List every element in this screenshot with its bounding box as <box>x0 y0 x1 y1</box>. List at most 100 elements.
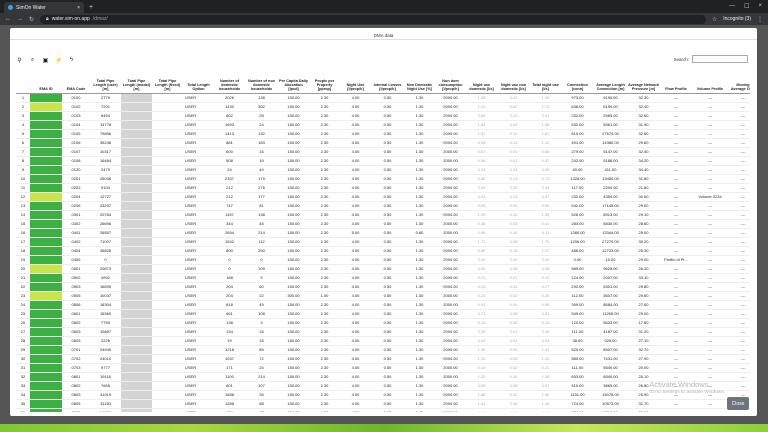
table-row[interactable]: 5 0105 79856 USER 1413 132 150.00 2.30 4.00 0.50 1… <box>16 129 750 139</box>
column-header[interactable]: Non dom consumption [l/prop/h] <box>435 70 466 94</box>
table-row[interactable]: 7 0107 10317 USER 600 15 150.00 2.30 4.00 0.50 1.3… <box>16 147 750 157</box>
minimize-icon[interactable]: — <box>729 3 735 10</box>
table-cell[interactable]: USER <box>183 318 214 328</box>
table-row[interactable]: 33 0802 7665 USER 801 107 150.00 2.30 4.00 0.50 1.… <box>16 381 750 391</box>
map-pin-icon[interactable]: ⚲ <box>16 57 23 64</box>
column-header[interactable]: Non Domestic Night Use [%] <box>404 70 435 94</box>
table-cell[interactable]: USER <box>183 147 214 157</box>
table-row[interactable]: 3 0103 6454 USER 802 28 150.00 2.30 4.00 0.50 1.30… <box>16 111 750 121</box>
table-cell[interactable]: USER <box>183 327 214 337</box>
table-row[interactable]: 24 0506 18304 USER 818 49 150.00 2.30 4.00 0.50 1.… <box>16 300 750 310</box>
table-cell[interactable]: USER <box>183 138 214 148</box>
table-row[interactable]: 21 0502 4992 USER 188 9 150.00 2.30 4.00 0.50 1.30… <box>16 273 750 283</box>
table-row[interactable]: 2 0102 7201 USER 1430 302 150.00 2.30 4.00 0.50 1.… <box>16 102 750 112</box>
table-row[interactable]: 4 0104 14778 USER 1653 24 150.00 2.30 4.00 0.50 1.… <box>16 120 750 130</box>
column-header[interactable]: People per Property [pprop] <box>309 70 340 94</box>
browser-tab[interactable]: SimOn Water × <box>4 2 84 13</box>
column-header[interactable]: Number of non domestic households <box>245 70 278 94</box>
table-row[interactable]: 20 0501 20873 USER 0 109 150.00 2.30 4.00 0.50 1.3… <box>16 264 750 274</box>
table-row[interactable]: 19 0405 0 USER 0 0 150.00 2.30 4.00 0.50 1.30 2000.… <box>16 255 750 265</box>
table-row[interactable]: 23 0505 10037 USER 204 22 300.00 1.00 4.00 0.50 1.… <box>16 291 750 301</box>
table-cell[interactable]: USER <box>183 183 214 193</box>
table-row[interactable]: 36 0806 14290 USER 474 23 150.00 2.30 4.00 0.50 1.… <box>16 408 750 412</box>
kebab-menu-icon[interactable]: ⋮ <box>757 16 763 23</box>
table-cell[interactable]: USER <box>183 300 214 310</box>
table-cell[interactable]: USER <box>183 264 214 274</box>
table-cell[interactable]: USER <box>183 372 214 382</box>
table-row[interactable]: 6 0106 35248 USER 881 183 150.00 2.30 4.00 0.50 1.… <box>16 138 750 148</box>
table-cell[interactable]: USER <box>183 174 214 184</box>
table-cell[interactable]: USER <box>183 102 214 112</box>
column-header[interactable]: Total Pipe Length (user) [m] <box>90 70 121 94</box>
table-cell[interactable]: USER <box>183 165 214 175</box>
table-row[interactable]: 29 0701 24949 USER 1218 85 150.00 2.30 4.00 0.50 1… <box>16 345 750 355</box>
column-header[interactable]: Total Pipe Length (model) [m] <box>121 70 152 94</box>
column-header[interactable]: Moving Average Only <box>728 70 750 94</box>
column-header[interactable]: Per Capita Daily Allocation [lpcd] <box>278 70 309 94</box>
zoom-search-icon[interactable]: ⌕ <box>29 57 36 64</box>
column-header[interactable]: Average Network Pressure [m] <box>627 70 660 94</box>
bookmark-star-icon[interactable]: ☆ <box>712 16 717 23</box>
table-row[interactable]: 35 0805 31150 USER 1288 88 150.00 2.30 4.00 0.50 1… <box>16 399 750 409</box>
table-row[interactable]: 17 0402 71007 USER 1542 112 150.00 2.30 4.00 0.50… <box>16 237 750 247</box>
table-cell[interactable]: USER <box>183 201 214 211</box>
search-input[interactable] <box>692 55 748 63</box>
table-row[interactable]: 8 0108 16464 USER 508 19 150.00 2.30 4.00 0.50 1.3… <box>16 156 750 166</box>
bolt-icon[interactable]: ϟ <box>68 57 75 64</box>
close-button[interactable]: Close <box>727 397 749 410</box>
table-cell[interactable]: USER <box>183 354 214 364</box>
dma-table-wrapper[interactable]: EMA ID EMA Code Total Pipe Length (user) [… <box>16 70 750 412</box>
table-row[interactable]: 31 0703 9777 USER 171 24 150.00 2.30 4.00 0.50 1.3… <box>16 363 750 373</box>
table-cell[interactable]: USER <box>183 219 214 229</box>
table-row[interactable]: 28 0605 2226 USER 19 15 150.00 2.30 4.00 0.50 1.30… <box>16 336 750 346</box>
table-cell[interactable]: USER <box>183 282 214 292</box>
column-header[interactable] <box>16 70 30 94</box>
column-header[interactable]: Total night use [l/s] <box>530 70 561 94</box>
table-cell[interactable]: USER <box>183 336 214 346</box>
table-row[interactable]: 1 0100 2779 USER 2026 138 150.00 2.30 4.00 0.50 1.… <box>16 93 750 103</box>
table-row[interactable]: 11 0202 9104 USER 212 275 150.00 2.30 4.00 0.50 1.… <box>16 183 750 193</box>
table-cell[interactable]: USER <box>183 129 214 139</box>
table-cell[interactable]: USER <box>183 381 214 391</box>
maximize-icon[interactable]: ☐ <box>744 3 749 10</box>
table-row[interactable]: 27 0603 10897 USER 134 16 150.00 2.30 4.00 0.50 1.… <box>16 327 750 337</box>
table-row[interactable]: 16 0401 26557 USER 2654 214 150.00 2.30 5.00 0.50… <box>16 228 750 238</box>
column-header[interactable]: Volume Profile <box>692 70 728 94</box>
column-header[interactable]: Internal Losses [l/prop/h] <box>371 70 404 94</box>
table-cell[interactable]: USER <box>183 390 214 400</box>
table-cell[interactable]: USER <box>183 210 214 220</box>
column-header[interactable]: Total Pipe Length (fixed) [m] <box>152 70 183 94</box>
table-cell[interactable]: USER <box>183 309 214 319</box>
table-cell[interactable]: USER <box>183 363 214 373</box>
table-row[interactable]: 10 0201 25036 USER 2337 179 150.00 2.30 4.00 0.50… <box>16 174 750 184</box>
table-row[interactable]: 22 0503 16695 USER 204 60 150.00 2.30 4.00 0.50 1.… <box>16 282 750 292</box>
table-row[interactable]: 14 0301 20784 USER 1157 138 150.00 2.30 4.00 0.50… <box>16 210 750 220</box>
table-cell[interactable]: USER <box>183 228 214 238</box>
flash-icon[interactable]: ⚡ <box>55 57 62 64</box>
table-cell[interactable]: USER <box>183 156 214 166</box>
table-row[interactable]: 25 0601 15360 USER 661 108 150.00 2.30 4.00 0.50 1… <box>16 309 750 319</box>
table-row[interactable]: 9 0120 2479 USER 24 44 150.00 2.30 4.00 0.50 1.30 2… <box>16 165 750 175</box>
table-cell[interactable]: USER <box>183 273 214 283</box>
table-row[interactable]: 26 0602 7755 USER 138 3 150.00 2.30 4.00 0.50 1.30… <box>16 318 750 328</box>
column-header[interactable]: Number of domestic households <box>214 70 245 94</box>
reload-icon[interactable]: ↻ <box>29 16 34 23</box>
column-header[interactable]: Night use domestic [l/s] <box>466 70 497 94</box>
column-header[interactable]: EMA Code <box>62 70 90 94</box>
window-close-icon[interactable]: × <box>758 3 762 10</box>
table-row[interactable]: 12 0204 12727 USER 212 177 150.00 2.30 4.00 0.50 1… <box>16 192 750 202</box>
column-header[interactable]: Night use non domestic [l/s] <box>497 70 530 94</box>
column-header[interactable]: Connection [conn] <box>561 70 594 94</box>
table-cell[interactable]: USER <box>183 399 214 409</box>
incognito-profile-badge[interactable]: Incognito (3) <box>723 16 751 22</box>
table-row[interactable]: 15 0302 26696 USER 344 45 150.00 2.30 4.00 0.50 1.… <box>16 219 750 229</box>
table-row[interactable]: 13 0206 33297 USER 747 81 150.00 2.30 4.00 0.50 1.… <box>16 201 750 211</box>
new-tab-button[interactable]: + <box>89 4 93 11</box>
tab-close-icon[interactable]: × <box>77 5 80 11</box>
url-field[interactable]: 🔒︎ water.sim-on.app/dmaz/ <box>40 14 706 24</box>
table-cell[interactable]: USER <box>183 246 214 256</box>
table-cell[interactable]: USER <box>183 237 214 247</box>
table-row[interactable]: 32 0801 19116 USER 1100 214 150.00 2.30 4.00 0.50… <box>16 372 750 382</box>
column-header[interactable]: EMA ID <box>30 70 62 94</box>
table-cell[interactable]: USER <box>183 291 214 301</box>
